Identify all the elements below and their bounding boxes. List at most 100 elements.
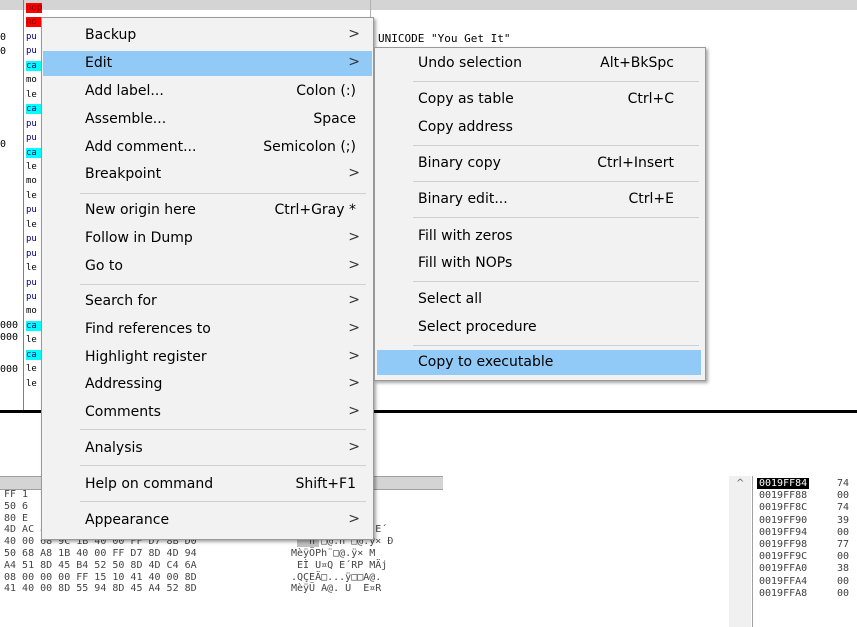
menu-item-breakpoint[interactable]: Breakpoint > xyxy=(43,162,372,187)
menu-item-shortcut: Ctrl+C xyxy=(627,91,674,107)
stack-address[interactable]: 0019FFA0 xyxy=(759,563,807,574)
menu-item-help-on-command[interactable]: Help on command Shift+F1 xyxy=(43,472,372,497)
menu-item-label: Find references to xyxy=(85,321,211,337)
menu-item-shortcut: Alt+BkSpc xyxy=(600,55,674,71)
chevron-right-icon: > xyxy=(348,348,360,364)
stack-address[interactable]: 0019FFA8 xyxy=(759,588,807,599)
menu-item-shortcut: Ctrl+Insert xyxy=(597,155,674,171)
chevron-right-icon: > xyxy=(348,257,360,273)
disasm-mnemonic: pu xyxy=(26,118,37,129)
menu-item-backup[interactable]: Backup > xyxy=(43,23,372,48)
menu-item-label: Copy as table xyxy=(418,91,514,107)
menu-item-label: Fill with NOPs xyxy=(418,255,513,271)
menu-item-add-comment[interactable]: Add comment... Semicolon (;) xyxy=(43,135,372,160)
menu-item-copy-as-table[interactable]: Copy as table Ctrl+C xyxy=(377,87,701,112)
menu-item-label: Copy to executable xyxy=(418,354,554,370)
disasm-mnemonic: no xyxy=(26,17,42,28)
address-fragment: 0 xyxy=(0,32,7,43)
menu-item-copy-to-executable[interactable]: Copy to executable xyxy=(377,350,701,375)
context-menu: Backup > Edit > Add label... Colon (:) A… xyxy=(41,17,374,540)
address-fragment: 000 xyxy=(0,332,19,343)
address-fragment: 0 xyxy=(0,46,7,57)
menu-item-label: Highlight register xyxy=(85,349,207,365)
menu-item-label: Select procedure xyxy=(418,319,537,335)
disasm-mnemonic: le xyxy=(26,190,37,201)
disasm-comment: UNICODE "You Get It" xyxy=(378,32,511,45)
chevron-right-icon: > xyxy=(348,54,360,70)
menu-item-binary-edit[interactable]: Binary edit... Ctrl+E xyxy=(377,187,701,212)
menu-item-analysis[interactable]: Analysis > xyxy=(43,436,372,461)
menu-item-select-procedure[interactable]: Select procedure xyxy=(377,315,701,340)
disasm-mnemonic: pu xyxy=(26,205,37,216)
disasm-mnemonic: pu xyxy=(26,292,37,302)
menu-separator xyxy=(413,281,699,282)
menu-item-select-all[interactable]: Select all xyxy=(377,287,701,312)
stack-pane[interactable]: 0019FF84 74 0019FF88 00 0019FF8C 74 0019FF90 39… xyxy=(752,476,857,627)
disasm-mnemonic: le xyxy=(26,378,37,389)
menu-separator xyxy=(413,217,699,218)
menu-item-go-to[interactable]: Go to > xyxy=(43,254,372,279)
dump-hex-row: A4 51 8D 45 B4 52 50 8D 4D C4 6A xyxy=(4,559,197,571)
stack-address[interactable]: 0019FF88 xyxy=(759,490,807,501)
stack-value: 74 xyxy=(837,502,850,514)
menu-item-label: Binary copy xyxy=(418,155,501,171)
stack-scrollbar[interactable] xyxy=(729,476,751,627)
menu-item-edit[interactable]: Edit > xyxy=(43,51,372,76)
menu-item-undo-selection[interactable]: Undo selection Alt+BkSpc xyxy=(377,51,701,76)
menu-item-label: Analysis xyxy=(85,440,143,456)
menu-item-comments[interactable]: Comments > xyxy=(43,400,372,425)
disasm-header-strip xyxy=(0,0,857,10)
menu-item-new-origin[interactable]: New origin here Ctrl+Gray * xyxy=(43,198,372,223)
menu-item-find-references[interactable]: Find references to > xyxy=(43,317,372,342)
address-fragment: 000 xyxy=(0,320,19,331)
menu-item-label: Comments xyxy=(85,404,161,420)
stack-address[interactable]: 0019FF8C xyxy=(759,502,807,513)
menu-item-addressing[interactable]: Addressing > xyxy=(43,372,372,397)
disasm-mnemonic: pu xyxy=(26,133,37,144)
stack-address[interactable]: 0019FF9C xyxy=(759,551,807,562)
stack-value: 00 xyxy=(837,551,850,563)
menu-item-label: Fill with zeros xyxy=(418,228,513,244)
chevron-right-icon: > xyxy=(348,511,360,527)
menu-separator xyxy=(80,501,366,502)
menu-item-label: Add label... xyxy=(85,83,164,99)
dump-hex-row: 50 68 A8 1B 40 00 FF D7 8D 4D 94 xyxy=(4,547,197,559)
stack-value: 00 xyxy=(837,490,850,502)
address-fragment: 0 xyxy=(0,139,7,150)
disasm-mnemonic: mo xyxy=(26,176,37,187)
stack-address-selected[interactable]: 0019FF84 xyxy=(757,478,810,489)
menu-item-label: Appearance xyxy=(85,512,170,528)
dump-ascii-row: .QÇEÄ□...ÿ□□A@. xyxy=(291,571,382,583)
menu-item-assemble[interactable]: Assemble... Space xyxy=(43,107,372,132)
stack-address[interactable]: 0019FF98 xyxy=(759,539,807,550)
menu-item-shortcut: Shift+F1 xyxy=(295,476,356,492)
menu-separator xyxy=(80,465,366,466)
disasm-mnemonic: le xyxy=(26,364,37,375)
menu-item-copy-address[interactable]: Copy address xyxy=(377,115,701,140)
menu-item-shortcut: Semicolon (;) xyxy=(263,139,356,155)
chevron-right-icon: > xyxy=(348,403,360,419)
menu-item-binary-copy[interactable]: Binary copy Ctrl+Insert xyxy=(377,151,701,176)
dump-ascii-row: MèÿÜ A@. U E¤R xyxy=(291,583,382,595)
disasm-mnemonic: mo xyxy=(26,75,37,86)
menu-item-appearance[interactable]: Appearance > xyxy=(43,508,372,533)
menu-item-add-label[interactable]: Add label... Colon (:) xyxy=(43,79,372,104)
menu-separator xyxy=(413,181,699,182)
stack-address[interactable]: 0019FFA4 xyxy=(759,576,807,587)
menu-item-label: Go to xyxy=(85,258,123,274)
stack-address[interactable]: 0019FF90 xyxy=(759,515,807,526)
disasm-mnemonic: nop xyxy=(26,3,42,13)
menu-item-label: Backup xyxy=(85,27,137,43)
stack-value: 74 xyxy=(837,478,850,489)
menu-item-search-for[interactable]: Search for > xyxy=(43,289,372,314)
scroll-up-icon[interactable]: ^ xyxy=(736,478,744,489)
menu-item-fill-with-zeros[interactable]: Fill with zeros xyxy=(377,224,701,249)
menu-separator xyxy=(413,81,699,82)
menu-item-fill-with-nops[interactable]: Fill with NOPs xyxy=(377,251,701,276)
menu-item-highlight-register[interactable]: Highlight register > xyxy=(43,345,372,370)
stack-address[interactable]: 0019FF94 xyxy=(759,527,807,538)
menu-item-follow-in-dump[interactable]: Follow in Dump > xyxy=(43,226,372,251)
disasm-mnemonic: ca xyxy=(26,104,42,115)
disasm-mnemonic: ca xyxy=(26,147,42,158)
disasm-mnemonic: mo xyxy=(26,306,37,317)
